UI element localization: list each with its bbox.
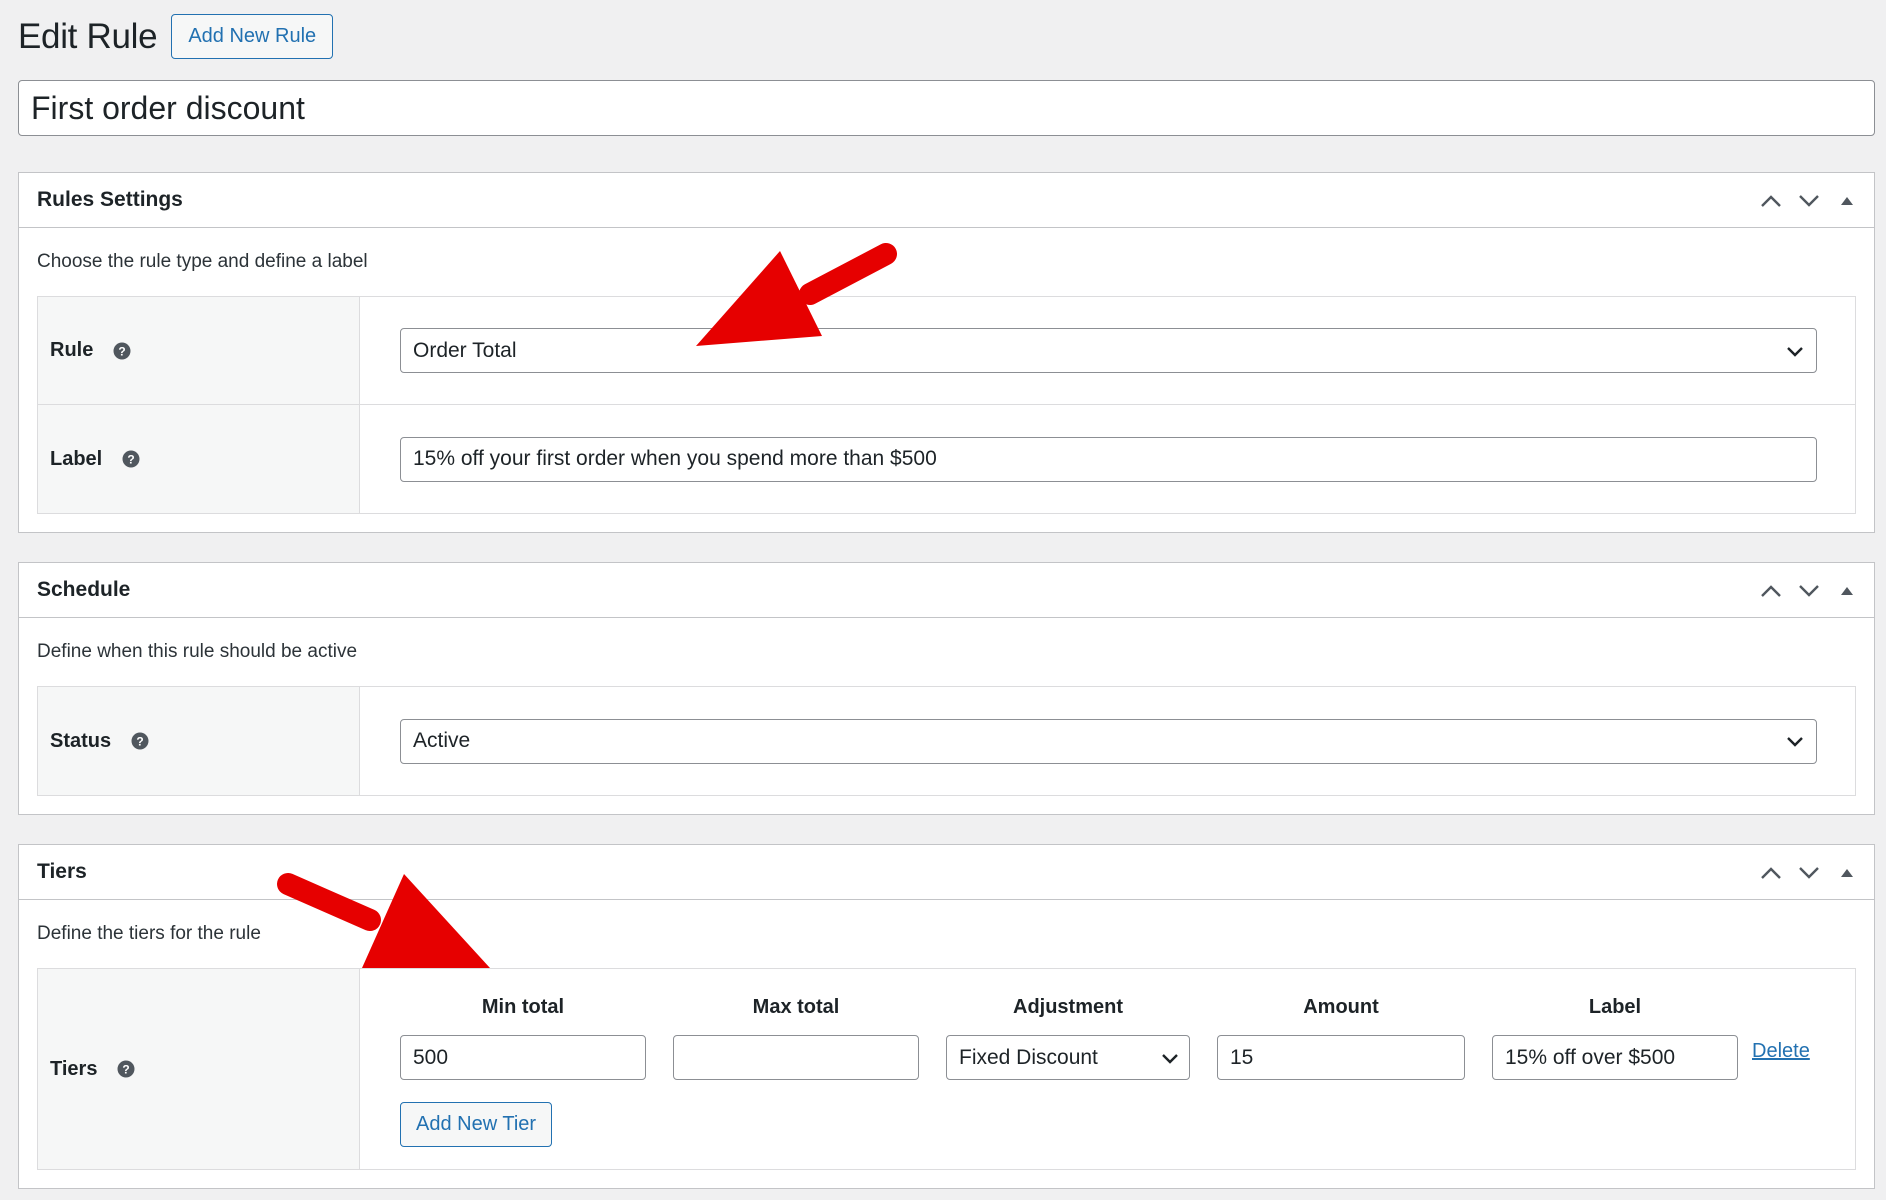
tiers-table: Tiers ? Min total Max total Adjustment A… [37,968,1856,1170]
svg-text:?: ? [136,735,143,749]
column-header-label: Label [1588,995,1642,1018]
rules-settings-table: Rule ? Order Total Label ? 15% off your … [37,296,1856,514]
tiers-column-headers: Min total Max total Adjustment Amount La… [400,989,1835,1025]
tiers-title: Tiers [37,860,87,883]
add-new-tier-button[interactable]: Add New Tier [400,1102,553,1147]
status-value: Active [413,729,471,752]
page-header: Edit Rule Add New Rule [18,14,334,59]
adjustment-value: Fixed Discount [959,1045,1098,1069]
schedule-description: Define when this rule should be active [37,641,358,662]
rule-type-value: Order Total [413,338,517,362]
tiers-description: Define the tiers for the rule [37,923,261,944]
svg-text:?: ? [119,344,126,358]
rule-label-input[interactable]: 15% off your first order when you spend … [400,436,1817,482]
status-row: Status ? Active [38,687,1855,795]
column-header-min-total: Min total [481,995,565,1018]
schedule-header: Schedule [19,563,1874,618]
column-header-amount: Amount [1303,995,1379,1018]
chevron-down-icon [1786,729,1804,753]
schedule-table: Status ? Active [37,686,1856,796]
collapse-toggle-icon[interactable] [1828,572,1866,610]
status-label: Status [50,729,112,752]
rules-settings-title: Rules Settings [37,188,183,211]
tiers-row: Tiers ? Min total Max total Adjustment A… [38,969,1855,1169]
tiers-editor: Min total Max total Adjustment Amount La… [360,969,1855,1169]
amount-input[interactable]: 15 [1217,1035,1465,1080]
rules-settings-panel: Rules Settings Choose the rule type and … [18,172,1875,533]
move-down-icon[interactable] [1790,854,1828,892]
help-icon[interactable]: ? [113,342,131,360]
label-row: Label ? 15% off your first order when yo… [38,405,1855,513]
status-label-cell: Status ? [38,687,360,795]
tiers-panel: Tiers Define the tiers for the rule Tier… [18,844,1875,1189]
tier-row: 500 Fixed Discount 15 15% off over $500 … [400,1035,1835,1080]
column-header-adjustment: Adjustment [1013,995,1123,1018]
tiers-label-cell: Tiers ? [38,969,360,1169]
move-down-icon[interactable] [1790,182,1828,220]
column-header-max-total: Max total [752,995,840,1018]
rule-row: Rule ? Order Total [38,297,1855,405]
rule-title-input[interactable]: First order discount [18,80,1875,136]
tiers-header: Tiers [19,845,1874,900]
move-up-icon[interactable] [1752,572,1790,610]
status-select[interactable]: Active [400,718,1817,764]
add-new-rule-button[interactable]: Add New Rule [171,14,334,59]
tier-label-input[interactable]: 15% off over $500 [1492,1035,1738,1080]
move-down-icon[interactable] [1790,572,1828,610]
schedule-title: Schedule [37,578,131,601]
label-label: Label [50,447,103,470]
chevron-down-icon [1161,1046,1179,1070]
rule-label-cell: Rule ? [38,297,360,404]
rules-settings-description: Choose the rule type and define a label [37,251,368,272]
delete-tier-link[interactable]: Delete [1752,1040,1810,1063]
label-label-cell: Label ? [38,405,360,513]
chevron-down-icon [1786,339,1804,363]
svg-text:?: ? [123,1063,130,1077]
tiers-label: Tiers [50,1057,98,1080]
help-icon[interactable]: ? [131,732,149,750]
rule-label: Rule [50,339,94,361]
max-total-input[interactable] [673,1035,919,1080]
collapse-toggle-icon[interactable] [1828,182,1866,220]
adjustment-select[interactable]: Fixed Discount [946,1035,1190,1080]
collapse-toggle-icon[interactable] [1828,854,1866,892]
rule-type-select[interactable]: Order Total [400,328,1817,373]
rules-settings-header: Rules Settings [19,173,1874,228]
page-title: Edit Rule [18,16,158,56]
svg-text:?: ? [128,453,135,467]
schedule-panel: Schedule Define when this rule should be… [18,562,1875,815]
min-total-input[interactable]: 500 [400,1035,646,1080]
move-up-icon[interactable] [1752,182,1790,220]
help-icon[interactable]: ? [117,1060,135,1078]
move-up-icon[interactable] [1752,854,1790,892]
help-icon[interactable]: ? [122,450,140,468]
